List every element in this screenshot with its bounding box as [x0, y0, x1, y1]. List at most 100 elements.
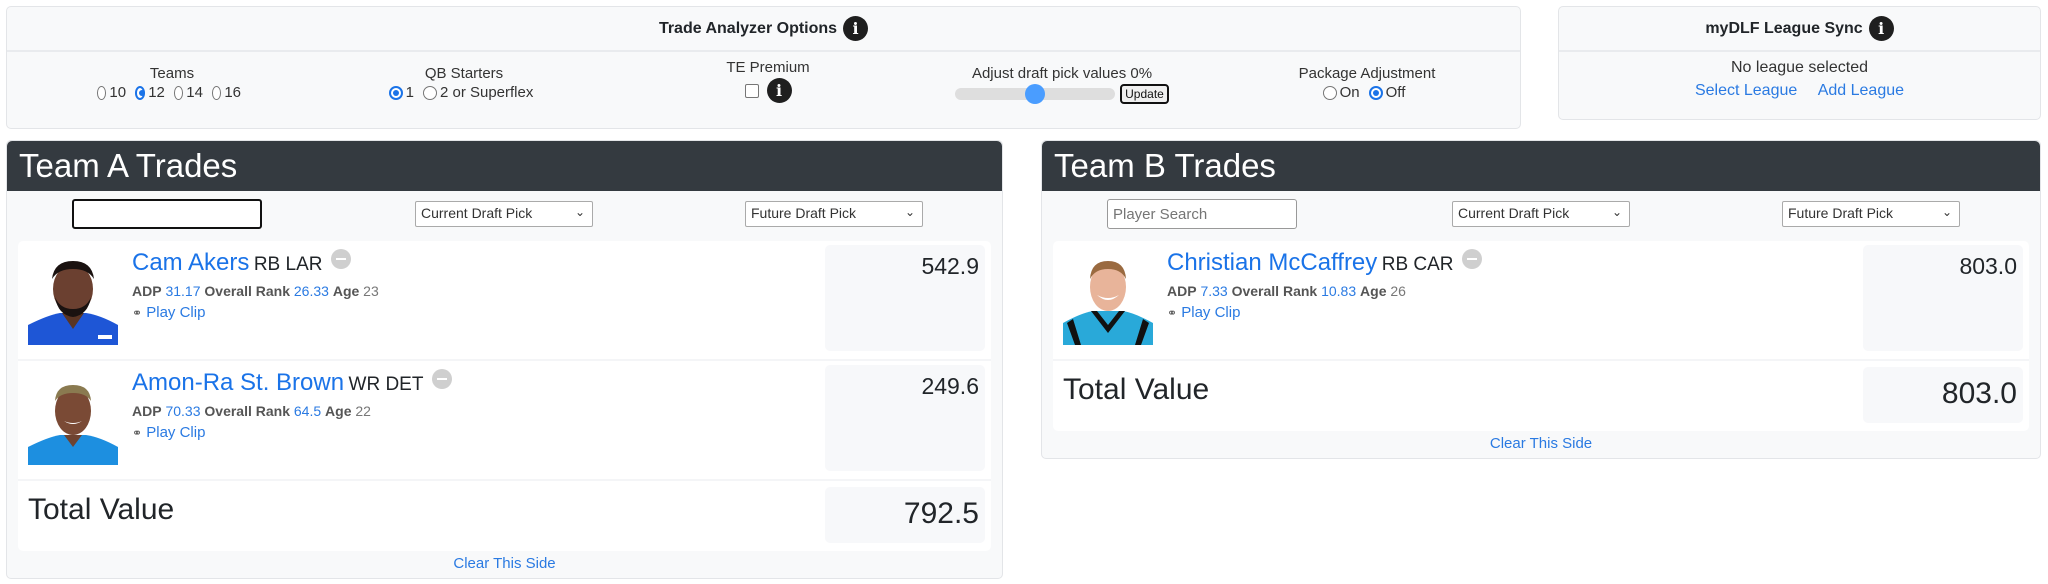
sync-header: myDLF League Sync i: [1559, 7, 2040, 52]
add-league-link[interactable]: Add League: [1818, 82, 1904, 99]
chevron-down-icon: ⌄: [904, 205, 915, 219]
package-adjustment-label: Package Adjustment: [1298, 65, 1436, 82]
package-radio-on[interactable]: [1322, 85, 1337, 100]
player-stats: ADP 31.17 Overall Rank 26.33 Age 23: [132, 283, 379, 299]
qb-radio-superflex-label: 2 or Superflex: [439, 84, 534, 101]
age-label: Age: [325, 403, 352, 419]
adp-value: 70.33: [165, 403, 201, 419]
play-clip-link[interactable]: ⚭ Play Clip: [132, 424, 205, 441]
adp-label: ADP: [132, 283, 162, 299]
sync-title: myDLF League Sync: [1705, 19, 1863, 37]
qb-radio-1-label: 1: [405, 84, 414, 101]
chevron-down-icon: ⌄: [1941, 205, 1952, 219]
player-value: 803.0: [1863, 245, 2023, 351]
remove-player-icon[interactable]: [330, 249, 351, 269]
teams-group: Teams 10 12 14 16: [97, 65, 247, 101]
teams-radio-10[interactable]: [97, 85, 107, 100]
play-clip-link[interactable]: ⚭ Play Clip: [1167, 304, 1240, 321]
team-b-clear-side-link[interactable]: Clear This Side: [1490, 435, 1592, 452]
team-a-player-search-input[interactable]: [72, 199, 262, 229]
team-a-clear-side-link[interactable]: Clear This Side: [453, 555, 555, 572]
teams-radio-12[interactable]: [135, 85, 146, 100]
headphones-icon: ⚭: [132, 306, 143, 320]
info-icon[interactable]: i: [1868, 16, 1894, 41]
headphones-icon: ⚭: [1167, 306, 1178, 320]
qb-radio-1[interactable]: [388, 85, 403, 100]
age-value: 26: [1390, 283, 1406, 299]
update-button[interactable]: Update: [1120, 84, 1169, 104]
age-label: Age: [332, 283, 360, 299]
package-radio-off[interactable]: [1368, 85, 1383, 100]
age-value: 23: [363, 283, 379, 299]
team-a-current-pick-value: Current Draft Pick: [421, 205, 533, 221]
team-a-title: Team A Trades: [7, 141, 1002, 191]
player-photo: [28, 373, 118, 465]
total-value: 803.0: [1863, 367, 2023, 423]
play-clip-label: Play Clip: [1181, 304, 1241, 321]
draft-pick-label: Adjust draft pick values 0%: [971, 65, 1153, 82]
play-clip-label: Play Clip: [146, 424, 206, 441]
team-b-player-search-input[interactable]: [1107, 199, 1297, 229]
play-clip-link[interactable]: ⚭ Play Clip: [132, 304, 205, 321]
rank-label: Overall Rank: [1231, 283, 1318, 299]
team-b-future-pick-value: Future Draft Pick: [1788, 205, 1894, 221]
qb-radio-superflex[interactable]: [422, 85, 437, 100]
remove-player-icon[interactable]: [1461, 249, 1482, 269]
player-row: Christian McCaffrey RB CAR ADP 7.33 Over…: [1053, 241, 2029, 361]
age-label: Age: [1360, 283, 1387, 299]
te-premium-label: TE Premium: [726, 59, 810, 76]
player-photo: [28, 253, 118, 345]
player-row: Amon-Ra St. Brown WR DET ADP 70.33 Overa…: [18, 361, 991, 481]
team-b-current-pick-value: Current Draft Pick: [1458, 205, 1570, 221]
teams-radio-14[interactable]: [173, 85, 184, 100]
rank-value: 64.5: [293, 403, 322, 419]
adp-label: ADP: [1167, 283, 1197, 299]
teams-radio-10-label: 10: [109, 84, 127, 101]
total-row: Total Value 803.0: [1053, 361, 2029, 431]
team-a-future-pick-value: Future Draft Pick: [751, 205, 857, 221]
draft-pick-slider[interactable]: [955, 84, 1116, 104]
teams-radio-14-label: 14: [186, 84, 203, 101]
qb-starters-group: QB Starters 1 2 or Superflex: [379, 65, 549, 101]
rank-value: 10.83: [1321, 283, 1357, 299]
package-radio-off-label: Off: [1385, 84, 1406, 101]
teams-radio-16-label: 16: [224, 84, 242, 101]
player-position-team: WR DET: [348, 374, 424, 395]
team-b-future-draft-pick-select[interactable]: Future Draft Pick ⌄: [1782, 201, 1960, 227]
play-clip-label: Play Clip: [146, 304, 206, 321]
options-header: Trade Analyzer Options i: [7, 7, 1520, 52]
player-position-team: RB CAR: [1381, 254, 1454, 275]
select-league-link[interactable]: Select League: [1695, 82, 1797, 99]
te-premium-info-icon[interactable]: i: [766, 78, 792, 103]
chevron-down-icon: ⌄: [574, 205, 585, 219]
info-icon[interactable]: i: [843, 16, 869, 41]
team-b-current-draft-pick-select[interactable]: Current Draft Pick ⌄: [1452, 201, 1630, 227]
te-premium-checkbox[interactable]: [744, 83, 759, 98]
remove-player-icon[interactable]: [431, 369, 452, 389]
sync-status: No league selected: [1731, 59, 1868, 76]
team-a-future-draft-pick-select[interactable]: Future Draft Pick ⌄: [745, 201, 923, 227]
player-stats: ADP 7.33 Overall Rank 10.83 Age 26: [1167, 283, 1482, 299]
total-value-label: Total Value: [28, 493, 175, 526]
player-name-link[interactable]: Christian McCaffrey: [1167, 249, 1377, 276]
teams-radio-16[interactable]: [211, 85, 222, 100]
total-value-label: Total Value: [1063, 373, 1210, 406]
package-radio-on-label: On: [1339, 84, 1360, 101]
options-title: Trade Analyzer Options: [658, 19, 838, 37]
team-a-current-draft-pick-select[interactable]: Current Draft Pick ⌄: [415, 201, 593, 227]
adp-value: 31.17: [165, 283, 201, 299]
league-sync-card: myDLF League Sync i No league selected S…: [1558, 6, 2041, 120]
player-name-link[interactable]: Amon-Ra St. Brown: [132, 369, 344, 396]
player-photo: [1063, 253, 1153, 345]
team-b-player-list: Christian McCaffrey RB CAR ADP 7.33 Over…: [1053, 241, 2029, 431]
slider-thumb[interactable]: [1025, 84, 1046, 104]
team-a-player-list: Cam Akers RB LAR ADP 31.17 Overall Rank …: [18, 241, 991, 551]
team-b-card: Team B Trades Current Draft Pick ⌄ Futur…: [1041, 140, 2041, 459]
headphones-icon: ⚭: [132, 426, 143, 440]
rank-label: Overall Rank: [204, 283, 290, 299]
player-position-team: RB LAR: [253, 254, 323, 275]
team-b-title: Team B Trades: [1042, 141, 2040, 191]
rank-label: Overall Rank: [204, 403, 290, 419]
player-row: Cam Akers RB LAR ADP 31.17 Overall Rank …: [18, 241, 991, 361]
player-name-link[interactable]: Cam Akers: [132, 249, 249, 276]
